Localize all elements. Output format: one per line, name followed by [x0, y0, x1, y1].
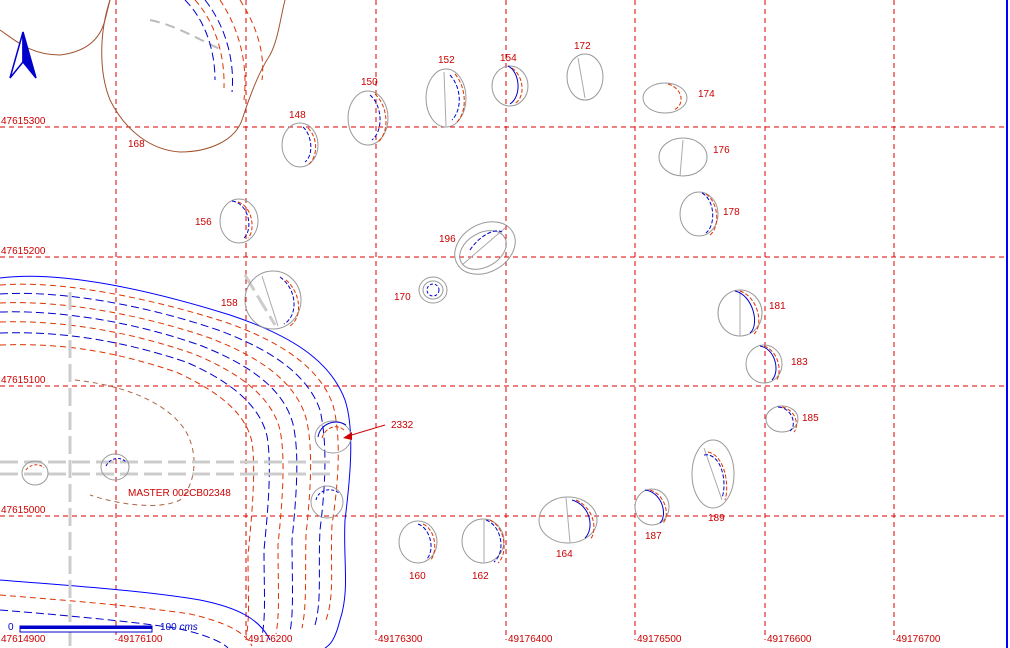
feature-185: [765, 405, 799, 433]
easting-label: 49176500: [637, 634, 682, 645]
northing-label: 47615000: [1, 505, 46, 516]
feature-label-152: 152: [438, 55, 455, 66]
feature-154: [491, 65, 529, 107]
features: [21, 53, 799, 564]
feature-168-outline: [0, 0, 286, 153]
feature-187: [634, 488, 670, 526]
feature-label-189: 189: [708, 513, 725, 524]
easting-label: 49176600: [767, 634, 812, 645]
feature-164: [538, 496, 598, 544]
scale-bar: 0 100 cms: [8, 622, 198, 633]
feature-150: [347, 90, 389, 146]
northing-label: 47615100: [1, 375, 46, 386]
section-lines: [0, 274, 330, 648]
feature-160: [398, 520, 438, 564]
feature-label-183: 183: [791, 357, 808, 368]
feature-label-187: 187: [645, 531, 662, 542]
feature-label-162: 162: [472, 571, 489, 582]
feature-162: [461, 518, 505, 564]
feature-labels: 148 150 152 154 172 174 176 178 156 196 …: [128, 41, 819, 582]
easting-label: 49176200: [248, 634, 293, 645]
feature-label-2332: 2332: [391, 420, 414, 431]
feature-174: [642, 82, 688, 114]
northing-label: 47615200: [1, 246, 46, 257]
feature-189: [691, 439, 735, 509]
feature-label-185: 185: [802, 413, 819, 424]
easting-label: 49176300: [378, 634, 423, 645]
scale-start-label: 0: [8, 622, 14, 633]
feature-label-174: 174: [698, 89, 715, 100]
feature-label-158: 158: [221, 298, 238, 309]
feature-183: [745, 344, 783, 384]
feature-label-172: 172: [574, 41, 591, 52]
feature-label-150: 150: [361, 77, 378, 88]
feature-label-168: 168: [128, 139, 145, 150]
feature-label-164: 164: [556, 549, 573, 560]
north-arrow-icon: [9, 31, 37, 79]
feature-label-154: 154: [500, 53, 517, 64]
feature-181: [717, 289, 763, 337]
feature-170: [418, 276, 448, 304]
feature-label-160: 160: [409, 571, 426, 582]
feature-label-148: 148: [289, 110, 306, 121]
feature-178: [679, 191, 719, 237]
feature-172: [566, 53, 604, 101]
feature-label-178: 178: [723, 207, 740, 218]
feature-label-156: 156: [195, 217, 212, 228]
feature-152: [425, 68, 467, 128]
scale-end-label: 100 cms: [160, 622, 198, 633]
feature-label-170: 170: [394, 292, 411, 303]
easting-label: 49176700: [896, 634, 941, 645]
northing-label: 47614900: [1, 634, 46, 645]
easting-label: 49176400: [508, 634, 553, 645]
northing-label: 47615300: [1, 116, 46, 127]
master-label: MASTER 002CB02348: [128, 488, 231, 499]
feature-148: [281, 122, 319, 168]
feature-label-181: 181: [769, 301, 786, 312]
easting-label: 49176100: [118, 634, 163, 645]
site-plan-map: 148 150 152 154 172 174 176 178 156 196 …: [0, 0, 1008, 648]
leader-2332-arrow: [343, 424, 386, 440]
feature-176: [658, 137, 708, 177]
feature-196: [454, 221, 516, 275]
feature-label-176: 176: [713, 145, 730, 156]
feature-label-196: 196: [439, 234, 456, 245]
coordinate-labels: 47615300 47615200 47615100 47615000 4761…: [1, 116, 941, 645]
feature-156: [219, 198, 259, 244]
